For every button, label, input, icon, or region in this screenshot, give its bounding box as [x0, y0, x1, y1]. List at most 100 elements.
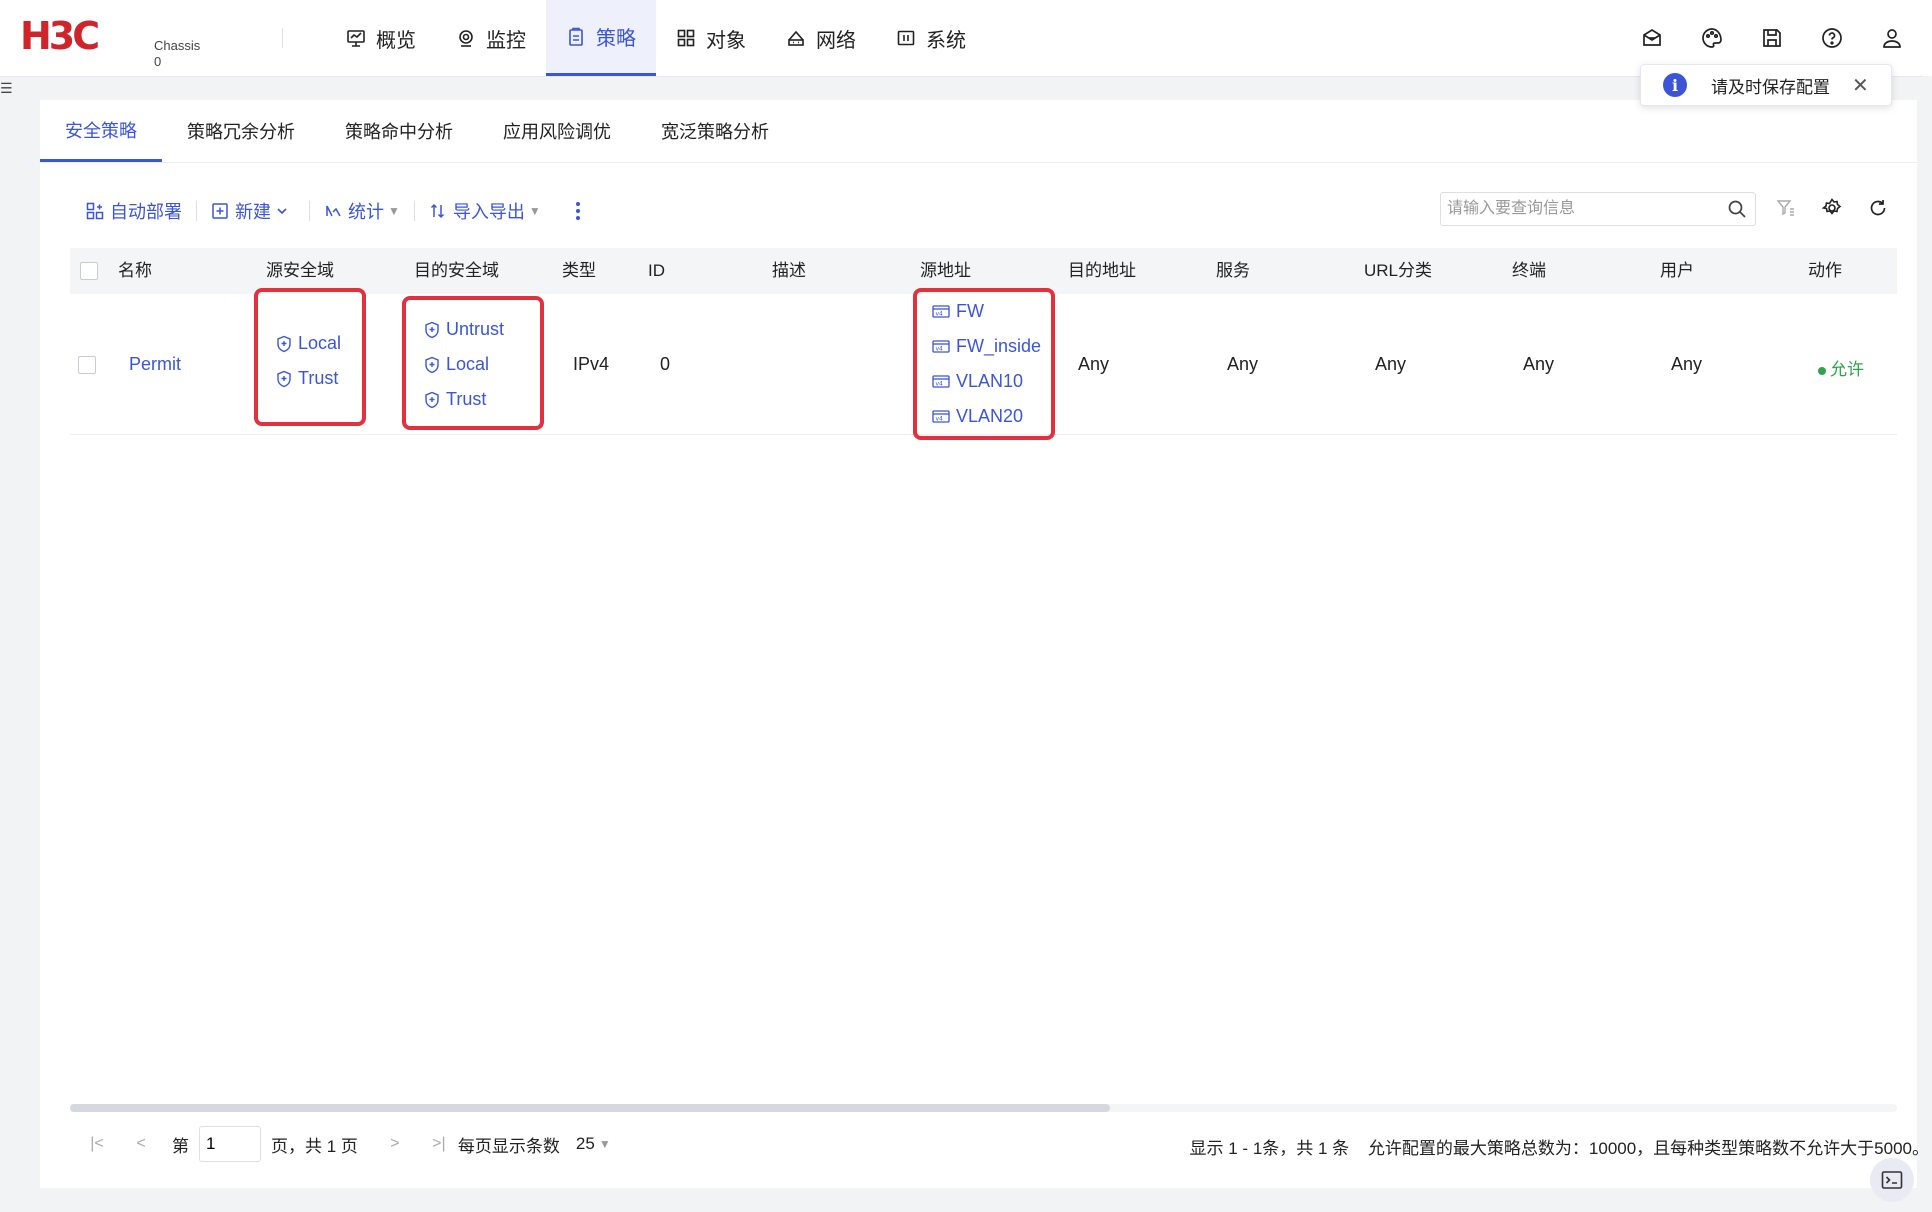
- service-cell: Any: [1227, 354, 1259, 374]
- settings-gear-icon[interactable]: [1820, 196, 1844, 220]
- nav-overview[interactable]: 概览: [326, 0, 436, 76]
- address-chip[interactable]: v4 FW_inside: [932, 329, 1041, 364]
- column-header-service[interactable]: 服务: [1216, 248, 1250, 294]
- zone-label: Local: [446, 354, 490, 374]
- svg-text:v4: v4: [936, 415, 944, 422]
- column-header-description[interactable]: 描述: [772, 248, 806, 294]
- page-scrollbar[interactable]: [1922, 76, 1932, 1212]
- shield-icon: [277, 335, 291, 352]
- terminal-icon: [1881, 1171, 1903, 1189]
- statistics-label: 统计: [348, 202, 384, 222]
- select-all-checkbox[interactable]: [80, 262, 98, 280]
- policy-tabs: 安全策略 策略冗余分析 策略命中分析 应用风险调优 宽泛策略分析: [40, 100, 1917, 163]
- address-chip[interactable]: v4 VLAN10: [932, 364, 1041, 399]
- table-tools: [1774, 196, 1890, 220]
- nav-overview-label: 概览: [376, 29, 416, 52]
- horizontal-scrollbar[interactable]: [70, 1104, 1897, 1112]
- action-label: 允许: [1830, 360, 1864, 379]
- save-icon[interactable]: [1756, 22, 1788, 54]
- zone-chip[interactable]: Trust: [276, 361, 341, 396]
- row-checkbox[interactable]: [78, 356, 96, 374]
- nav-policy-label: 策略: [596, 28, 636, 50]
- toolbar: 自动部署 新建 统计 ▼ 导入导出 ▼: [86, 196, 587, 226]
- next-page-icon[interactable]: >: [382, 1131, 408, 1157]
- tab-security-policy[interactable]: 安全策略: [40, 100, 162, 162]
- help-icon[interactable]: [1816, 22, 1848, 54]
- page-number-input[interactable]: [199, 1126, 261, 1162]
- dst-zone-list: Untrust Local Trust: [424, 312, 504, 417]
- page-prefix: 第: [172, 1136, 189, 1156]
- prev-page-icon[interactable]: <: [128, 1131, 154, 1157]
- column-header-name[interactable]: 名称: [118, 248, 152, 294]
- src-zone-list: Local Trust: [276, 326, 341, 396]
- scrollbar-thumb[interactable]: [70, 1104, 1110, 1112]
- more-vertical-icon: [575, 202, 580, 220]
- shield-icon: [425, 321, 439, 338]
- nav-network-label: 网络: [816, 29, 856, 52]
- save-reminder-toast: i 请及时保存配置 ✕: [1640, 64, 1892, 106]
- close-icon[interactable]: ✕: [1852, 73, 1869, 98]
- column-header-terminal[interactable]: 终端: [1512, 248, 1546, 294]
- deploy-icon: [86, 202, 104, 220]
- sort-arrows-icon: [430, 203, 444, 219]
- address-label: FW_inside: [956, 336, 1042, 356]
- sidebar-toggle-icon[interactable]: ☰: [0, 80, 13, 97]
- nav-system[interactable]: 系统: [876, 0, 986, 76]
- column-header-user[interactable]: 用户: [1660, 248, 1694, 294]
- message-icon[interactable]: [1636, 22, 1668, 54]
- refresh-icon[interactable]: [1866, 196, 1890, 220]
- more-options-button[interactable]: [575, 201, 587, 221]
- palette-icon[interactable]: [1696, 22, 1728, 54]
- auto-deploy-label: 自动部署: [110, 202, 182, 222]
- search-icon[interactable]: [1727, 199, 1747, 219]
- caret-down-icon: ▼: [598, 1137, 611, 1151]
- tab-app-risk-tuning[interactable]: 应用风险调优: [478, 100, 636, 162]
- tab-redundancy-analysis[interactable]: 策略冗余分析: [162, 100, 320, 162]
- column-header-action[interactable]: 动作: [1808, 248, 1842, 294]
- per-page-select[interactable]: 25 ▼: [576, 1134, 611, 1154]
- per-page-label: 每页显示条数: [457, 1136, 560, 1156]
- toolbar-divider: [309, 201, 310, 221]
- caret-down-icon: ▼: [528, 204, 541, 218]
- zone-label: Untrust: [446, 319, 505, 339]
- column-header-id[interactable]: ID: [648, 248, 665, 294]
- shield-icon: [277, 370, 291, 387]
- nav-policy[interactable]: 策略: [546, 0, 656, 76]
- terminal-button[interactable]: [1870, 1158, 1914, 1202]
- tab-hit-analysis[interactable]: 策略命中分析: [320, 100, 478, 162]
- zone-chip[interactable]: Local: [276, 326, 341, 361]
- terminal-cell: Any: [1523, 354, 1555, 374]
- statistics-button[interactable]: 统计 ▼: [324, 198, 400, 224]
- svg-text:v4: v4: [936, 345, 944, 352]
- caret-down-icon: ▼: [388, 204, 400, 218]
- tab-broad-policy-analysis[interactable]: 宽泛策略分析: [636, 100, 794, 162]
- policy-name-link[interactable]: Permit: [129, 354, 181, 375]
- zone-label: Trust: [446, 389, 487, 409]
- zone-chip[interactable]: Untrust: [424, 312, 504, 347]
- nav-monitor[interactable]: 监控: [436, 0, 546, 76]
- address-label: FW: [956, 301, 984, 321]
- address-chip[interactable]: v4 VLAN20: [932, 399, 1041, 434]
- column-header-url-category[interactable]: URL分类: [1364, 248, 1432, 294]
- zone-chip[interactable]: Local: [424, 347, 504, 382]
- nav-network[interactable]: 网络: [766, 0, 876, 76]
- column-header-dst-addr[interactable]: 目的地址: [1068, 248, 1136, 294]
- last-page-icon[interactable]: >|: [426, 1131, 452, 1157]
- nav-objects[interactable]: 对象: [656, 0, 766, 76]
- top-actions: [1636, 22, 1908, 54]
- column-header-type[interactable]: 类型: [562, 248, 596, 294]
- nav-objects-label: 对象: [706, 29, 746, 52]
- filter-icon[interactable]: [1774, 196, 1798, 220]
- auto-deploy-button[interactable]: 自动部署: [86, 198, 182, 224]
- first-page-icon[interactable]: |<: [84, 1131, 110, 1157]
- zone-label: Local: [298, 333, 342, 353]
- address-chip[interactable]: v4 FW: [932, 294, 1041, 329]
- search-box: [1440, 192, 1756, 226]
- system-icon: [897, 30, 915, 46]
- zone-chip[interactable]: Trust: [424, 382, 504, 417]
- column-header-dst-zone[interactable]: 目的安全域: [414, 248, 499, 294]
- search-input[interactable]: [1441, 193, 1723, 225]
- new-button[interactable]: 新建: [211, 198, 295, 224]
- user-icon[interactable]: [1876, 22, 1908, 54]
- import-export-button[interactable]: 导入导出 ▼: [429, 198, 541, 224]
